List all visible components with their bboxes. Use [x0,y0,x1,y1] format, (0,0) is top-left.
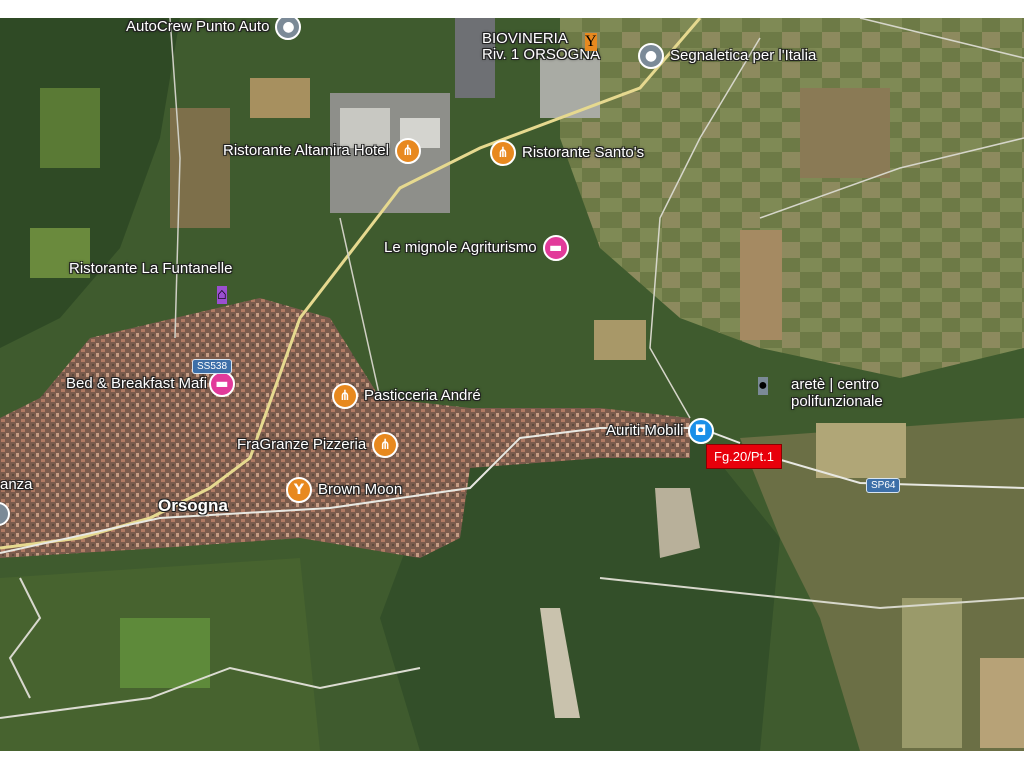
poi-arete[interactable]: ● aretè | centro polifunzionale [758,375,928,415]
poi-brown-moon[interactable]: Y Brown Moon [286,477,402,503]
poi-funtanelle[interactable]: Ristorante La Funtanelle ⌂ [69,261,269,321]
poi-label: Ristorante La Funtanelle [69,260,233,277]
poi-altamira[interactable]: Ristorante Altamira Hotel ⋔ [223,138,421,164]
poi-mafi[interactable]: Bed & Breakfast Mafi ▬ [66,371,235,397]
poi-label: AutoCrew Punto Auto [126,18,270,35]
bed-icon: ▬ [542,235,569,261]
poi-label: Bed & Breakfast Mafi [66,375,207,392]
poi-segnaletica[interactable]: ● Segnaletica per l'Italia [638,43,816,69]
poi-label: Le mignole Agriturismo [384,239,537,256]
poi-label-line1: aretè | centro [791,376,880,393]
location-icon: ● [638,43,664,69]
poi-biovineria[interactable]: BIOVINERIA Riv. 1 ORSOGNA Y [482,31,622,63]
bed-icon: ▬ [208,371,235,397]
satellite-map[interactable]: AutoCrew Punto Auto ● BIOVINERIA Riv. 1 … [0,18,1024,751]
restaurant-icon: ⋔ [394,138,421,164]
poi-label-line1: BIOVINERIA [482,30,568,47]
poi-label: Ristorante Altamira Hotel [223,142,389,159]
poi-label: Segnaletica per l'Italia [670,47,817,64]
poi-label: Ristorante Santo's [522,144,645,161]
poi-pasticceria[interactable]: ⋔ Pasticceria André [332,383,481,409]
location-icon: ● [275,18,302,40]
road-shield-sp64: SP64 [866,478,901,493]
image-frame: AutoCrew Punto Auto ● BIOVINERIA Riv. 1 … [0,0,1024,768]
shopping-bag-icon: ◘ [687,418,714,444]
partial-place-label: anza [0,476,33,493]
poi-label-line2: polifunzionale [791,393,883,410]
town-label-orsogna: Orsogna [158,496,228,515]
poi-auriti-mobili[interactable]: Auriti Mobili ◘ [606,418,714,444]
location-icon: ● [758,377,768,395]
poi-label: FraGranze Pizzeria [237,436,367,453]
poi-label: Pasticceria André [364,387,481,404]
restaurant-icon: ⋔ [372,432,399,458]
poi-label: Brown Moon [318,481,403,498]
cocktail-icon: Y [585,33,597,51]
poi-santos[interactable]: ⋔ Ristorante Santo's [490,140,644,166]
restaurant-icon: ⋔ [490,140,516,166]
poi-mignole[interactable]: Le mignole Agriturismo ▬ [384,235,569,261]
museum-icon: ⌂ [217,286,227,304]
poi-fragranze[interactable]: FraGranze Pizzeria ⋔ [237,432,399,458]
restaurant-icon: ⋔ [332,383,358,409]
cocktail-icon: Y [286,477,312,503]
poi-label: Auriti Mobili [606,422,684,439]
parcel-marker[interactable]: Fg.20/Pt.1 [706,444,782,469]
poi-label-line2: Riv. 1 ORSOGNA [482,46,601,63]
road-shield-ss538: SS538 [192,359,233,374]
poi-autocrew[interactable]: AutoCrew Punto Auto ● [126,18,302,40]
